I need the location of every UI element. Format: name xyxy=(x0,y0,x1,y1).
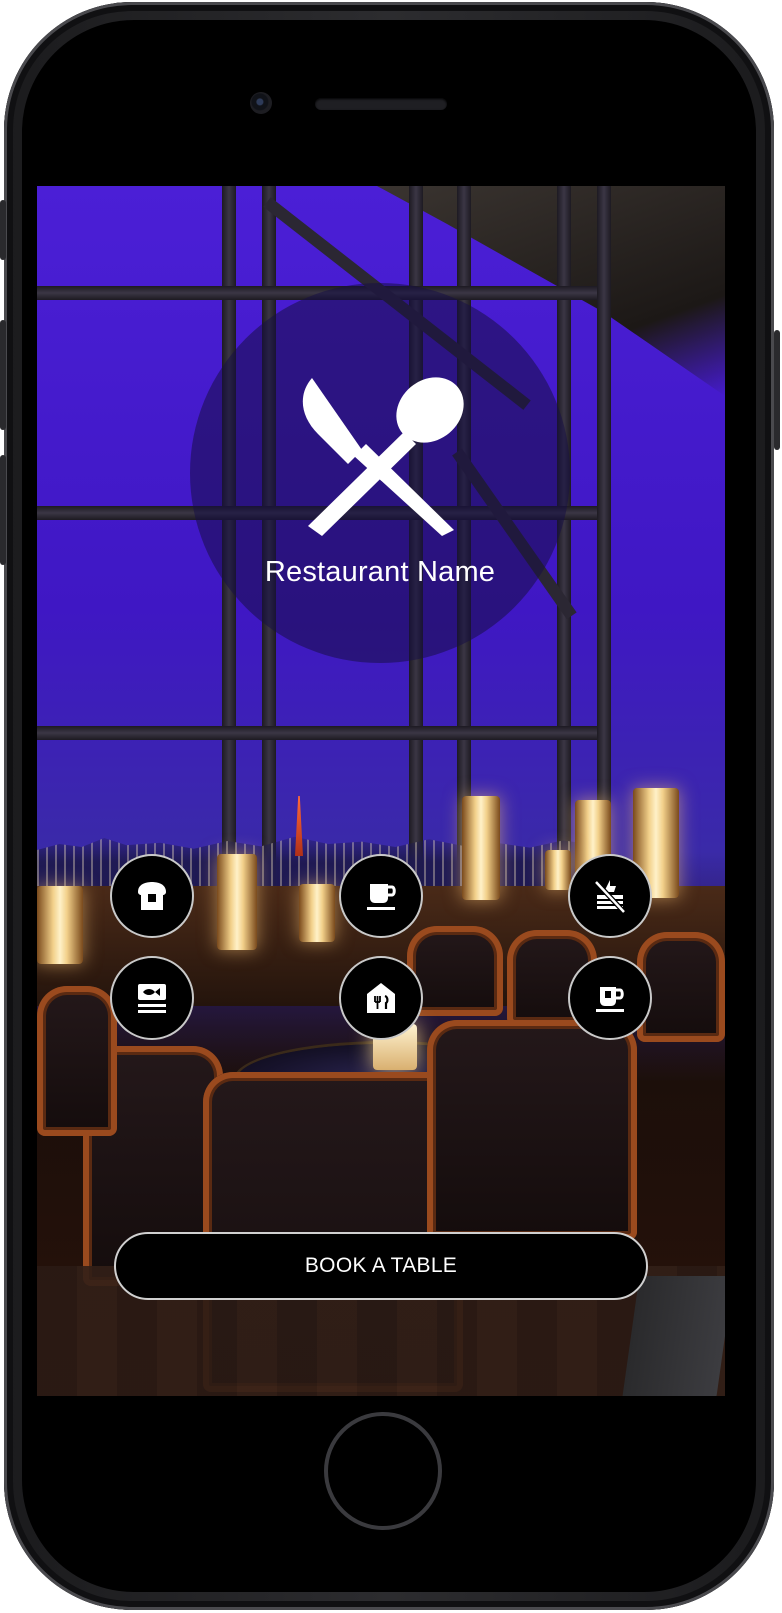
front-camera xyxy=(250,92,272,114)
category-no-food-button[interactable] xyxy=(568,854,652,938)
book-a-table-button[interactable]: BOOK A TABLE xyxy=(114,1232,648,1300)
category-fish-button[interactable] xyxy=(110,956,194,1040)
restaurant-name: Restaurant Name xyxy=(264,556,496,588)
cup-on-saucer-icon xyxy=(596,987,624,1012)
no-food-icon xyxy=(594,880,626,914)
category-restaurant-button[interactable] xyxy=(339,956,423,1040)
knife-spoon-icon xyxy=(302,377,464,536)
mute-switch xyxy=(0,200,6,260)
coffee-cup-icon xyxy=(367,884,396,910)
category-toast-button[interactable] xyxy=(110,854,194,938)
category-coffee-button[interactable] xyxy=(339,854,423,938)
power-button xyxy=(774,330,780,450)
volume-down-button xyxy=(0,455,6,565)
category-tea-button[interactable] xyxy=(568,956,652,1040)
restaurant-house-icon xyxy=(367,983,395,1013)
toast-icon xyxy=(138,882,166,910)
volume-up-button xyxy=(0,320,6,430)
home-button[interactable] xyxy=(324,1412,442,1530)
earpiece-speaker xyxy=(315,98,447,110)
fish-plate-icon xyxy=(138,984,166,1013)
